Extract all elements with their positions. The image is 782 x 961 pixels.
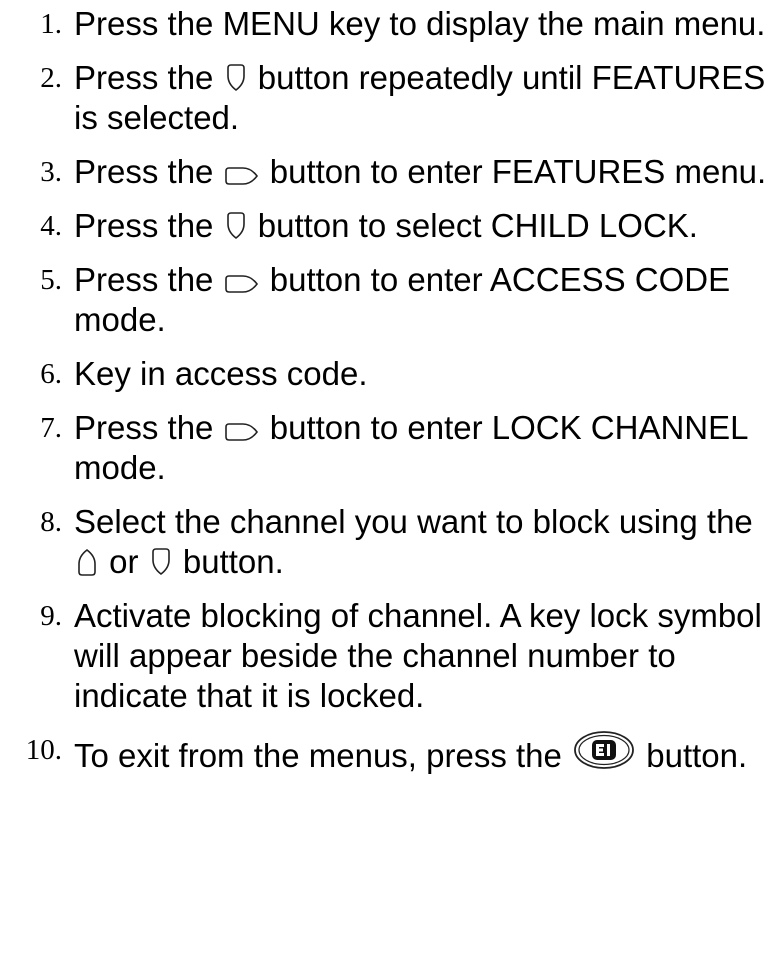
- step-text: button.: [182, 543, 284, 580]
- step-text: Press the: [74, 207, 214, 244]
- step-number: 10.: [25, 734, 62, 766]
- step-text: button to select CHILD LOCK.: [257, 207, 698, 244]
- exit-button-icon: [573, 730, 635, 770]
- step-text: Press the: [74, 409, 214, 446]
- down-arrow-icon: [225, 212, 247, 240]
- step-text: To exit from the menus, press the: [74, 737, 562, 774]
- step-10: 10. To exit from the menus, press the bu…: [0, 730, 782, 776]
- instruction-list: 1. Press the MENU key to display the mai…: [0, 4, 782, 790]
- step-number: 4.: [40, 210, 62, 242]
- step-number: 6.: [40, 358, 62, 390]
- step-6: 6. Key in access code.: [0, 354, 782, 394]
- step-text: button to enter FEATURES menu.: [269, 153, 767, 190]
- step-number: 7.: [40, 412, 62, 444]
- step-1: 1. Press the MENU key to display the mai…: [0, 4, 782, 44]
- step-text: or: [109, 543, 139, 580]
- step-text: Press the: [74, 261, 214, 298]
- step-9: 9. Activate blocking of channel. A key l…: [0, 596, 782, 716]
- step-8: 8. Select the channel you want to block …: [0, 502, 782, 582]
- step-text: button.: [646, 737, 748, 774]
- step-text: Press the: [74, 153, 214, 190]
- step-4: 4. Press the button to select CHILD LOCK…: [0, 206, 782, 246]
- step-text: Activate blocking of channel. A key lock…: [74, 597, 762, 714]
- up-arrow-icon: [76, 548, 98, 576]
- step-text: Press the MENU key to display the main m…: [74, 5, 766, 42]
- step-number: 3.: [40, 156, 62, 188]
- step-7: 7. Press the button to enter LOCK CHANNE…: [0, 408, 782, 488]
- step-2: 2. Press the button repeatedly until FEA…: [0, 58, 782, 138]
- right-arrow-icon: [224, 422, 259, 442]
- step-number: 8.: [40, 506, 62, 538]
- right-arrow-icon: [224, 166, 259, 186]
- step-text: Key in access code.: [74, 355, 368, 392]
- step-text: Select the channel you want to block usi…: [74, 503, 753, 540]
- step-number: 9.: [40, 600, 62, 632]
- down-arrow-icon: [225, 64, 247, 92]
- step-number: 2.: [40, 62, 62, 94]
- right-arrow-icon: [224, 274, 259, 294]
- step-number: 1.: [40, 8, 62, 40]
- step-5: 5. Press the button to enter ACCESS CODE…: [0, 260, 782, 340]
- down-arrow-icon: [150, 548, 172, 576]
- step-text: Press the: [74, 59, 214, 96]
- step-number: 5.: [40, 264, 62, 296]
- step-3: 3. Press the button to enter FEATURES me…: [0, 152, 782, 192]
